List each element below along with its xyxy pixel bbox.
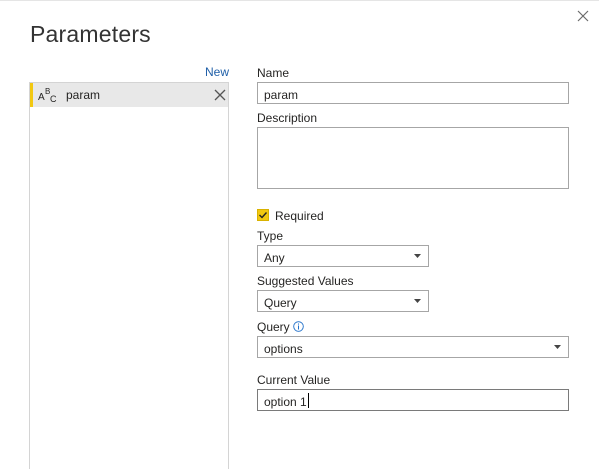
dialog-title: Parameters <box>30 21 151 47</box>
text-type-icon: A B C <box>38 87 57 104</box>
query-label: Query <box>257 320 290 334</box>
current-value-field-value: option 1 <box>264 395 307 409</box>
svg-text:A: A <box>38 92 45 103</box>
chevron-down-icon <box>554 345 561 349</box>
required-label: Required <box>275 209 324 223</box>
current-value-label: Current Value <box>257 373 331 387</box>
close-icon[interactable] <box>574 7 592 25</box>
name-field[interactable]: param <box>257 82 569 104</box>
query-select-value: options <box>264 342 303 356</box>
parameter-name-label: param <box>66 88 101 102</box>
description-label: Description <box>257 111 318 125</box>
description-field[interactable] <box>257 127 569 189</box>
delete-parameter-icon[interactable] <box>214 89 226 101</box>
parameter-list: A B C param <box>29 82 229 469</box>
chevron-down-icon <box>414 254 421 258</box>
info-icon[interactable] <box>293 321 304 332</box>
parameter-list-item[interactable]: A B C param <box>30 83 228 107</box>
name-field-value: param <box>264 88 299 102</box>
type-select-value: Any <box>264 251 285 265</box>
required-checkbox[interactable] <box>257 209 269 221</box>
parameters-dialog: Parameters New A B C param Name param De… <box>0 0 599 469</box>
query-select[interactable]: options <box>257 336 569 358</box>
type-select[interactable]: Any <box>257 245 429 267</box>
text-caret <box>308 393 309 408</box>
suggested-values-label: Suggested Values <box>257 274 354 288</box>
svg-text:C: C <box>50 94 57 104</box>
suggested-values-select-value: Query <box>264 296 297 310</box>
suggested-values-select[interactable]: Query <box>257 290 429 312</box>
name-label: Name <box>257 66 290 80</box>
current-value-field[interactable]: option 1 <box>257 389 569 411</box>
type-label: Type <box>257 229 284 243</box>
checkmark-icon <box>259 212 268 219</box>
new-parameter-link[interactable]: New <box>205 65 229 79</box>
chevron-down-icon <box>414 299 421 303</box>
